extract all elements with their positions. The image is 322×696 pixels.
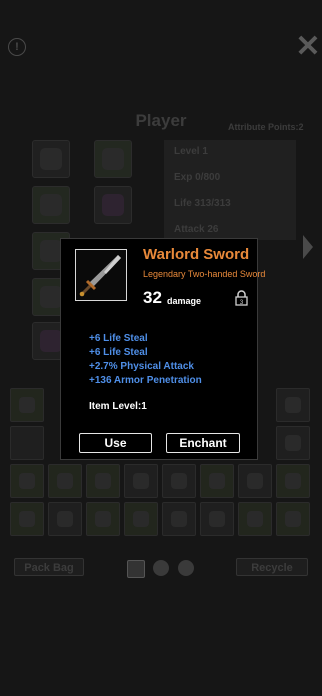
bag-slot[interactable] [162, 464, 196, 498]
bag-slot[interactable] [48, 502, 82, 536]
bag-slot[interactable] [10, 464, 44, 498]
bag-slot[interactable] [200, 502, 234, 536]
helmet-icon [40, 148, 62, 170]
equip-slot-helmet[interactable] [32, 140, 70, 178]
stat-level: Level 1 [174, 146, 208, 157]
bag-slot[interactable] [124, 502, 158, 536]
sort-icon[interactable] [153, 560, 169, 576]
sort-icon[interactable] [127, 560, 145, 578]
shoulder-icon [40, 194, 62, 216]
info-icon[interactable]: ! [8, 38, 26, 56]
bag-slot[interactable] [200, 464, 234, 498]
item-icon [19, 473, 35, 489]
bag-slot[interactable] [10, 388, 44, 422]
close-icon[interactable]: ✕ [294, 32, 322, 62]
stats-panel: Level 1 Exp 0/800 Life 313/313 Attack 26 [164, 140, 296, 240]
bag-slot[interactable] [276, 388, 310, 422]
item-frame [75, 249, 127, 301]
bag-slot[interactable] [86, 502, 120, 536]
item-icon [133, 511, 149, 527]
lock-icon[interactable]: 3 [235, 290, 248, 306]
sword-icon [79, 255, 121, 297]
ring-icon [40, 286, 62, 308]
equip-slot-armor[interactable] [94, 140, 132, 178]
item-icon [285, 397, 301, 413]
item-type: Legendary Two-handed Sword [143, 269, 266, 279]
stat-line: +6 Life Steal [89, 347, 148, 358]
bag-slot[interactable] [10, 426, 44, 460]
bag-slot[interactable] [276, 464, 310, 498]
item-icon [285, 473, 301, 489]
damage-value: 32 [143, 288, 162, 307]
bag-slot[interactable] [276, 502, 310, 536]
item-name: Warlord Sword [143, 246, 250, 263]
bag-slot[interactable] [124, 464, 158, 498]
sort-icon[interactable] [178, 560, 194, 576]
stat-exp: Exp 0/800 [174, 172, 221, 183]
bag-slot[interactable] [238, 464, 272, 498]
item-icon [57, 511, 73, 527]
stat-line: +2.7% Physical Attack [89, 361, 194, 372]
item-icon [171, 473, 187, 489]
stat-attack: Attack 26 [174, 224, 219, 235]
stat-life: Life 313/313 [174, 198, 231, 209]
boots-icon [102, 194, 124, 216]
bag-slot[interactable] [162, 502, 196, 536]
armor-icon [102, 148, 124, 170]
item-icon [171, 511, 187, 527]
item-icon [247, 511, 263, 527]
equip-slot-boots[interactable] [94, 186, 132, 224]
bag-slot[interactable] [86, 464, 120, 498]
item-icon [95, 511, 111, 527]
pack-bag-button[interactable]: Pack Bag [14, 558, 84, 576]
item-level: Item Level:1 [89, 401, 147, 412]
item-icon [247, 473, 263, 489]
item-icon [133, 473, 149, 489]
bag-slot[interactable] [48, 464, 82, 498]
item-icon [285, 435, 301, 451]
item-icon [57, 473, 73, 489]
equip-slot-shoulder[interactable] [32, 186, 70, 224]
attribute-points: Attribute Points:2 [228, 122, 304, 132]
gloves-icon [40, 240, 62, 262]
bag-slot[interactable] [276, 426, 310, 460]
damage-label: damage [167, 296, 202, 306]
item-icon [209, 511, 225, 527]
bag-slot[interactable] [10, 502, 44, 536]
enchant-button[interactable]: Enchant [166, 433, 240, 453]
stat-line: +136 Armor Penetration [89, 375, 202, 386]
item-detail-popup: Warlord Sword Legendary Two-handed Sword… [60, 238, 265, 460]
item-icon [209, 473, 225, 489]
item-icon [285, 511, 301, 527]
use-button[interactable]: Use [79, 433, 152, 453]
recycle-button[interactable]: Recycle [236, 558, 308, 576]
item-icon [95, 473, 111, 489]
stat-line: +6 Life Steal [89, 333, 148, 344]
right-arrow-icon[interactable] [303, 235, 313, 259]
bag-slot[interactable] [238, 502, 272, 536]
item-icon [19, 511, 35, 527]
item-icon [19, 397, 35, 413]
weapon-icon [40, 330, 62, 352]
